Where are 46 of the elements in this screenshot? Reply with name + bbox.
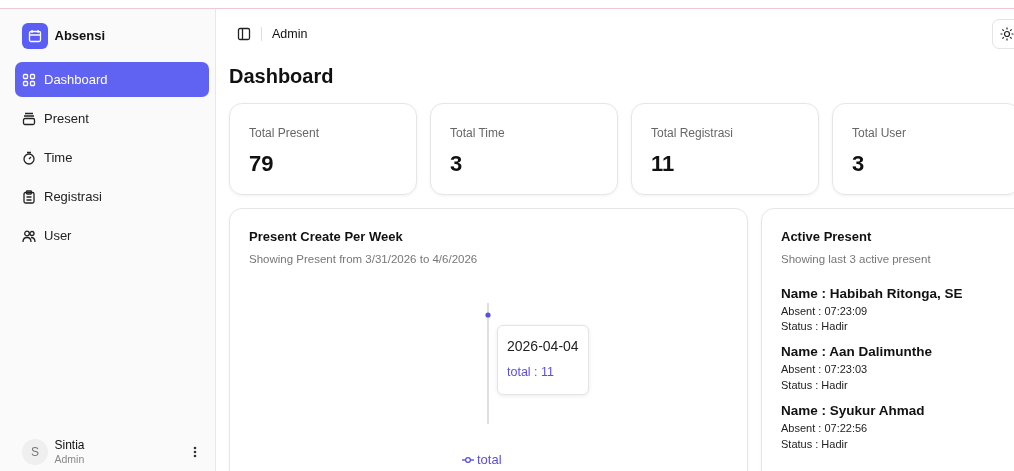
tray-icon [22,111,36,126]
stat-value: 3 [450,150,464,178]
card-subtitle: Showing last 3 active present [781,251,932,267]
stat-value: 11 [651,150,676,178]
tooltip-date: 2026-04-04 [507,337,579,356]
stat-label: Total Time [450,125,506,142]
stat-label: Total Present [249,125,321,142]
theme-toggle-button[interactable] [992,19,1014,49]
entry-absent-time: Absent : 07:23:09 [781,303,869,319]
sidebar-item[interactable]: Dashboard [15,62,209,97]
grid-icon [22,72,36,87]
entry-status: Status : Hadir [781,378,849,393]
entry-absent-time: Absent : 07:23:03 [781,362,869,378]
entry-status: Status : Hadir [781,319,849,335]
card-title: Active Present [781,228,873,246]
tooltip-value: total : 11 [507,364,556,381]
sidebar-item[interactable]: Time [15,140,209,175]
app-name: Absensi [54,27,106,46]
sun-icon [1000,27,1014,41]
page-title: Dashboard [229,64,335,89]
stat-label: Total Registrasi [651,125,735,142]
users-icon [22,228,36,243]
clipboard-icon [22,189,36,204]
stat-value: 3 [852,150,866,178]
entry-name: Name : Syukur Ahmad [781,402,926,420]
sidebar-item[interactable]: User [15,218,209,253]
user-avatar: S [22,439,48,465]
user-name: Sintia [54,439,85,453]
sidebar-item[interactable]: Registrasi [15,179,209,214]
legend-label[interactable]: total [477,450,502,470]
timer-icon [22,150,36,165]
stat-label: Total User [852,125,908,142]
entry-status: Status : Hadir [781,436,849,452]
breadcrumb[interactable]: Admin [272,24,308,44]
card-subtitle: Showing Present from 3/31/2026 to 4/6/2026 [249,251,479,267]
app-logo [22,23,48,49]
entry-absent-time: Absent : 07:22:56 [781,420,869,436]
sidebar-toggle-icon[interactable] [237,27,251,41]
card-title: Present Create Per Week [249,228,404,246]
entry-name: Name : Aan Dalimunthe [781,344,934,362]
legend-icon [462,455,474,464]
stat-value: 79 [249,150,275,178]
sidebar-item[interactable]: Present [15,101,209,136]
user-role: Admin [54,452,85,465]
more-icon[interactable] [193,446,197,458]
entry-name: Name : Habibah Ritonga, SE [781,285,964,303]
